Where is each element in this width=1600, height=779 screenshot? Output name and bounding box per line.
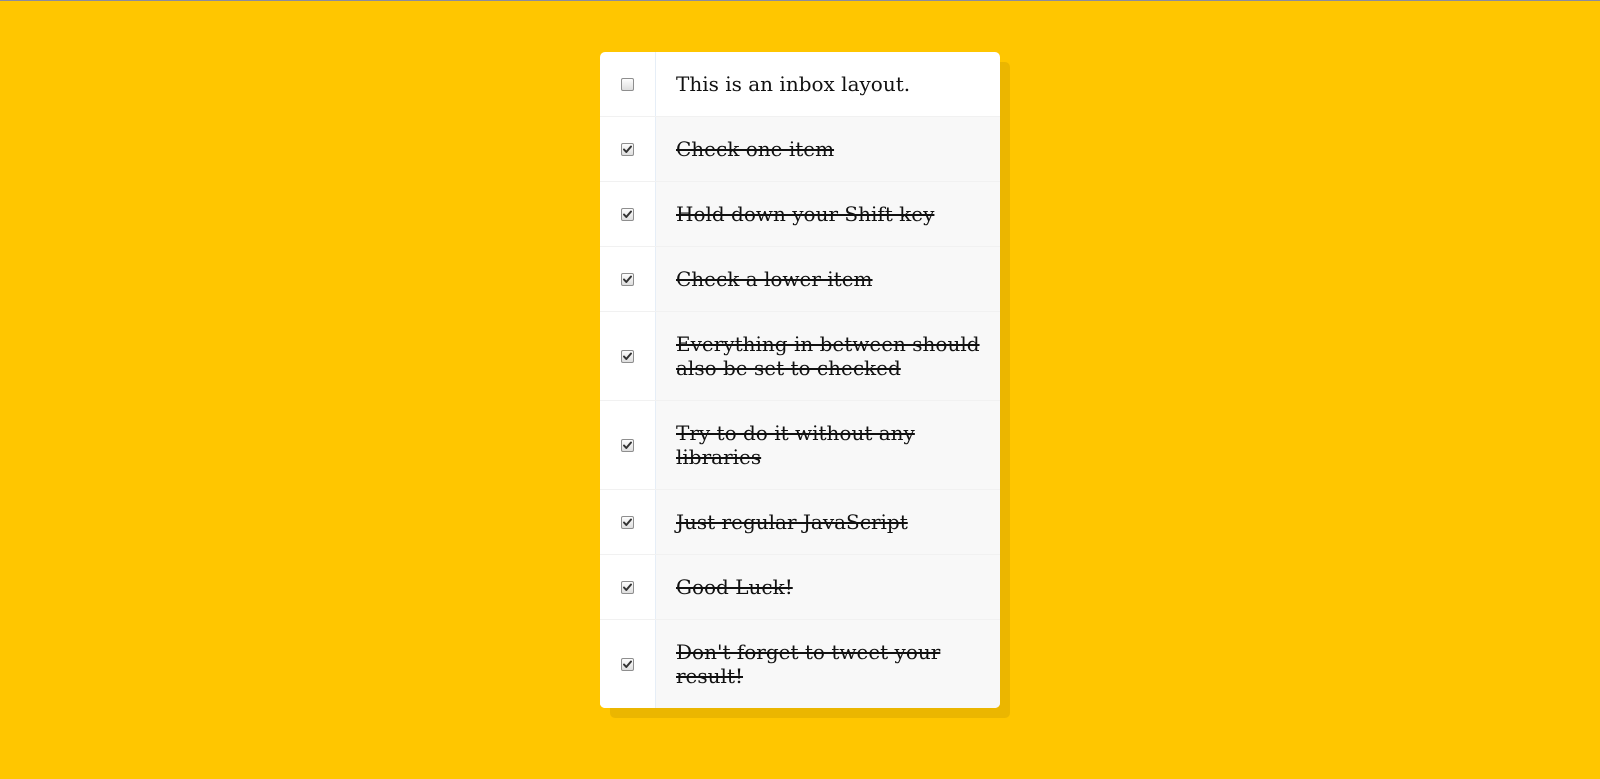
checkbox-cell: [600, 52, 656, 116]
item-checkbox-checked[interactable]: [621, 207, 634, 221]
item-label: Just regular JavaScript: [676, 510, 908, 534]
item-checkbox-checked[interactable]: [621, 349, 634, 363]
check-mark-icon: [623, 583, 632, 591]
checkbox-cell: [600, 117, 656, 181]
inbox-item[interactable]: Everything in between should also be set…: [600, 312, 1000, 401]
top-border-line: [0, 0, 1600, 1]
checkbox-cell: [600, 401, 656, 489]
item-label: Check one item: [676, 137, 835, 161]
item-label: Check a lower item: [676, 267, 873, 291]
item-checkbox-checked[interactable]: [621, 580, 634, 594]
check-mark-icon: [623, 660, 632, 668]
checkbox-cell: [600, 312, 656, 400]
item-checkbox-checked[interactable]: [621, 142, 634, 156]
check-mark-icon: [623, 145, 632, 153]
checkbox-cell: [600, 555, 656, 619]
item-checkbox-checked[interactable]: [621, 272, 634, 286]
inbox-item[interactable]: Check a lower item: [600, 247, 1000, 312]
item-checkbox-checked[interactable]: [621, 438, 634, 452]
item-label: This is an inbox layout.: [676, 72, 911, 96]
check-mark-icon: [623, 210, 632, 218]
inbox-item[interactable]: Try to do it without any libraries: [600, 401, 1000, 490]
item-label: Good Luck!: [676, 575, 793, 599]
checkbox-cell: [600, 620, 656, 708]
item-label: Don't forget to tweet your result!: [676, 640, 941, 688]
item-checkbox-checked[interactable]: [621, 515, 634, 529]
inbox-item[interactable]: Hold down your Shift key: [600, 182, 1000, 247]
inbox-item[interactable]: Don't forget to tweet your result!: [600, 620, 1000, 708]
inbox-list: This is an inbox layout. Check one item …: [600, 52, 1000, 708]
item-label: Try to do it without any libraries: [676, 421, 915, 469]
inbox-item[interactable]: Just regular JavaScript: [600, 490, 1000, 555]
item-label: Hold down your Shift key: [676, 202, 935, 226]
item-checkbox[interactable]: [621, 77, 634, 91]
check-mark-icon: [623, 352, 632, 360]
inbox-item[interactable]: Good Luck!: [600, 555, 1000, 620]
check-mark-icon: [623, 441, 632, 449]
inbox-item[interactable]: Check one item: [600, 117, 1000, 182]
check-mark-icon: [623, 518, 632, 526]
item-label: Everything in between should also be set…: [676, 332, 980, 380]
item-checkbox-checked[interactable]: [621, 657, 634, 671]
check-mark-icon: [623, 275, 632, 283]
checkbox-cell: [600, 247, 656, 311]
checkbox-cell: [600, 490, 656, 554]
inbox-item[interactable]: This is an inbox layout.: [600, 52, 1000, 117]
checkbox-cell: [600, 182, 656, 246]
